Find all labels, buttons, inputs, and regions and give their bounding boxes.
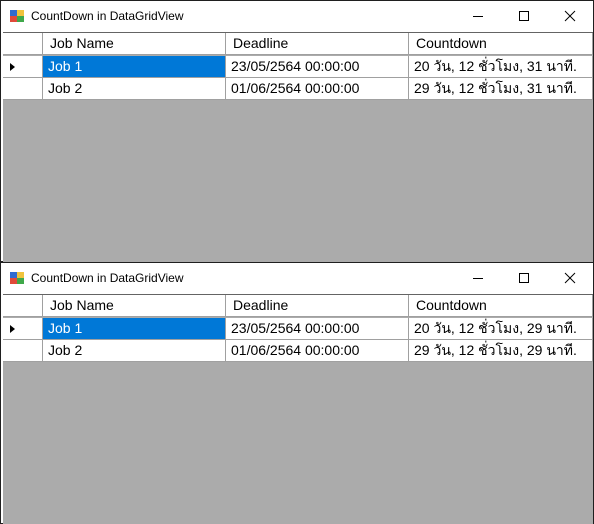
column-header-row: Job Name Deadline Countdown — [3, 295, 593, 317]
column-header-countdown[interactable]: Countdown — [409, 33, 593, 55]
column-header-job-name[interactable]: Job Name — [43, 295, 226, 317]
window-title: CountDown in DataGridView — [31, 271, 184, 285]
column-header-job-name[interactable]: Job Name — [43, 33, 226, 55]
title-bar[interactable]: CountDown in DataGridView — [1, 263, 593, 294]
cell-countdown[interactable]: 29 วัน, 12 ชั่วโมง, 29 นาที. — [409, 340, 593, 362]
cell-countdown[interactable]: 20 วัน, 12 ชั่วโมง, 29 นาที. — [409, 318, 593, 340]
minimize-icon — [473, 278, 483, 279]
cell-countdown[interactable]: 20 วัน, 12 ชั่วโมง, 31 นาที. — [409, 56, 593, 78]
minimize-icon — [473, 16, 483, 17]
column-header-countdown[interactable]: Countdown — [409, 295, 593, 317]
row-header-cell[interactable] — [3, 318, 43, 340]
cell-job-name[interactable]: Job 1 — [43, 56, 226, 78]
table-row[interactable]: Job 2 01/06/2564 00:00:00 29 วัน, 12 ชั่… — [3, 340, 593, 362]
cell-countdown[interactable]: 29 วัน, 12 ชั่วโมง, 31 นาที. — [409, 78, 593, 100]
row-header-cell[interactable] — [3, 56, 43, 78]
app-icon — [10, 10, 24, 22]
window-2: CountDown in DataGridView Job Name Deadl… — [0, 262, 594, 524]
row-header-cell[interactable] — [3, 78, 43, 100]
top-left-header-cell[interactable] — [3, 33, 43, 55]
cell-deadline[interactable]: 01/06/2564 00:00:00 — [226, 78, 409, 100]
cell-deadline[interactable]: 01/06/2564 00:00:00 — [226, 340, 409, 362]
column-header-deadline[interactable]: Deadline — [226, 33, 409, 55]
cell-job-name[interactable]: Job 1 — [43, 318, 226, 340]
maximize-icon — [519, 11, 529, 21]
cell-deadline[interactable]: 23/05/2564 00:00:00 — [226, 56, 409, 78]
close-icon — [564, 10, 576, 22]
title-bar[interactable]: CountDown in DataGridView — [1, 1, 593, 32]
table-row[interactable]: Job 1 23/05/2564 00:00:00 20 วัน, 12 ชั่… — [3, 318, 593, 340]
cell-job-name[interactable]: Job 2 — [43, 78, 226, 100]
row-pointer-icon — [10, 325, 15, 333]
minimize-button[interactable] — [455, 263, 501, 293]
row-pointer-icon — [10, 63, 15, 71]
maximize-button[interactable] — [501, 263, 547, 293]
app-icon — [10, 272, 24, 284]
top-left-header-cell[interactable] — [3, 295, 43, 317]
column-header-row: Job Name Deadline Countdown — [3, 33, 593, 55]
column-header-deadline[interactable]: Deadline — [226, 295, 409, 317]
maximize-button[interactable] — [501, 1, 547, 31]
table-row[interactable]: Job 2 01/06/2564 00:00:00 29 วัน, 12 ชั่… — [3, 78, 593, 100]
minimize-button[interactable] — [455, 1, 501, 31]
maximize-icon — [519, 273, 529, 283]
data-grid-view[interactable]: Job Name Deadline Countdown Job 1 23/05/… — [3, 32, 593, 262]
data-grid-view[interactable]: Job Name Deadline Countdown Job 1 23/05/… — [3, 294, 593, 524]
window-1: CountDown in DataGridView Job Name Deadl… — [0, 0, 594, 262]
cell-job-name[interactable]: Job 2 — [43, 340, 226, 362]
close-button[interactable] — [547, 263, 593, 293]
cell-deadline[interactable]: 23/05/2564 00:00:00 — [226, 318, 409, 340]
close-icon — [564, 272, 576, 284]
row-header-cell[interactable] — [3, 340, 43, 362]
window-title: CountDown in DataGridView — [31, 9, 184, 23]
close-button[interactable] — [547, 1, 593, 31]
table-row[interactable]: Job 1 23/05/2564 00:00:00 20 วัน, 12 ชั่… — [3, 56, 593, 78]
